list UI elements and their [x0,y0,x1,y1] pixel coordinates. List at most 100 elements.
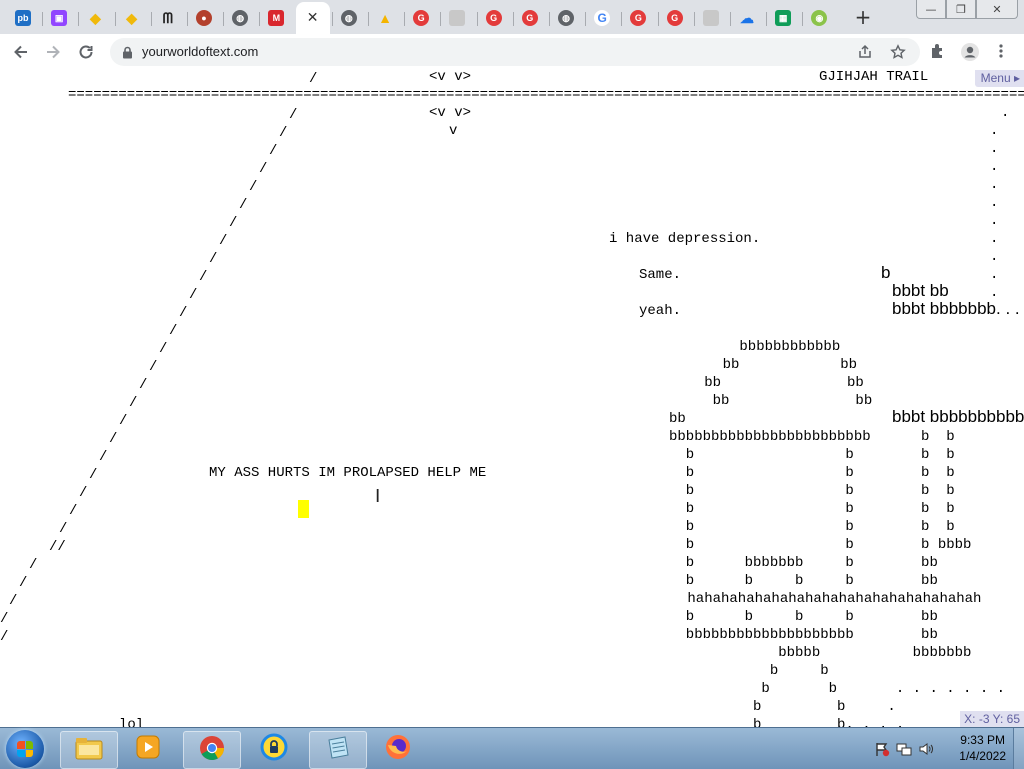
world-canvas[interactable]: / / / / / / / / / / / / / / / / / / / / … [0,70,1024,727]
svg-text:/: / [269,143,277,159]
svg-text:/: / [209,251,217,267]
close-icon[interactable]: ✕ [307,10,319,26]
house-line: bb bb [679,375,864,391]
volume-icon[interactable] [918,741,934,757]
browser-tab[interactable]: ▣ [42,4,76,32]
sheets-icon: ▦ [775,10,792,26]
trail-title: GJIHJAH TRAIL [819,70,929,85]
grammarly-icon: G [413,10,430,26]
big-b-1: b [881,263,891,282]
house-line: b b b b [669,483,955,499]
text-help: MY ASS HURTS IM PROLAPSED HELP ME [209,465,487,481]
back-arrow-icon [14,45,27,59]
svg-text:/: / [19,575,27,591]
taskbar-app[interactable] [309,731,367,769]
svg-text:/: / [229,215,237,231]
svg-text:/: / [239,197,247,213]
minimize-button[interactable]: — [916,0,946,19]
taskbar-app[interactable] [246,731,302,767]
moon-icon: ᗰ [162,9,173,26]
bookmark-star-icon[interactable] [890,44,906,60]
browser-tab[interactable]: ✕ [295,2,330,34]
browser-tab[interactable] [440,4,474,32]
browser-toolbar: yourworldoftext.com [0,34,1024,71]
clock-time: 9:33 PM [960,733,1005,747]
browser-tab[interactable]: G [476,4,511,32]
show-desktop-button[interactable] [1013,728,1024,769]
browser-tab[interactable]: ☁ [730,4,764,32]
house-line: bbbbbbbbbbbbbbbbbbbbbbbb b b [669,429,955,445]
svg-text:/: / [69,503,77,519]
text-lol: lol [119,717,145,727]
ibeam-cursor-icon: Ⅰ [375,486,381,507]
forward-button[interactable] [41,40,65,64]
address-bar[interactable]: yourworldoftext.com [110,38,920,66]
google-icon: G [594,10,611,26]
system-clock[interactable]: 9:33 PM 1/4/2022 [959,732,1006,764]
back-button[interactable] [9,40,33,64]
dot-mark: . [990,141,999,157]
close-window-button[interactable]: ✕ [976,0,1018,19]
browser-tab[interactable]: pb [6,4,40,32]
menu-button[interactable]: Menu ▸ [974,70,1024,87]
browser-tab[interactable]: G [585,4,619,32]
binance-icon: ◆ [90,9,101,26]
browser-tab[interactable]: G [621,4,655,32]
house-line: b b. . . . [669,717,905,727]
browser-tab[interactable]: ◉ [802,4,836,32]
new-tab-button[interactable]: + [852,5,874,29]
taskbar-app[interactable] [120,731,176,767]
grammarly-icon: G [666,10,683,26]
action-center-flag-icon[interactable] [874,741,890,757]
taskbar-app[interactable] [370,731,426,767]
network-icon[interactable] [896,741,912,757]
extensions-puzzle-icon[interactable] [929,42,947,60]
restore-button[interactable]: ❐ [946,0,976,19]
svg-text:/: / [179,305,187,321]
browser-tab[interactable]: ◆ [114,4,149,32]
browser-tab[interactable]: ● [187,4,221,32]
ascii-eyes-2: <v v> [429,105,472,121]
browser-tab[interactable]: ◍ [223,4,257,32]
boar-icon: ● [196,10,212,26]
text-same: Same. [639,267,682,283]
menu-label: Menu [980,71,1011,85]
notepad-icon [324,734,352,767]
ascii-rule: ========================================… [68,87,1024,103]
browser-tab[interactable]: G [512,4,547,32]
start-button[interactable] [6,730,44,768]
firefox-icon [384,733,412,766]
window-controls: — ❐ ✕ [916,0,1018,19]
browser-tab[interactable]: ◍ [331,4,366,32]
grammarly-icon: G [485,10,502,26]
browser-tab[interactable]: G [404,4,438,32]
reload-button[interactable] [74,40,98,64]
house-line: bb bb [679,393,873,409]
coordinates-readout: X: -3 Y: 65 [960,711,1024,727]
house-line: b bbbbbbb b bb [669,555,938,571]
svg-text:/: / [99,449,107,465]
browser-tab[interactable]: ◆ [78,4,112,32]
browser-tab[interactable]: ◍ [549,4,583,32]
profile-avatar-icon[interactable] [960,42,980,62]
house-line: hahahahahahahahahahahahahahahahahah [679,591,982,607]
taskbar-app[interactable] [183,731,241,769]
svg-text:/: / [129,395,137,411]
browser-tab[interactable]: M [259,4,293,32]
browser-tab[interactable]: ᗰ [150,4,185,32]
svg-text:/: / [9,593,17,609]
browser-tab[interactable]: ▦ [766,4,800,32]
ascii-eyes: <v v> [429,70,472,85]
globe-icon: ◍ [558,10,574,26]
svg-text:/: / [249,179,257,195]
share-icon[interactable] [857,44,873,60]
svg-text:/: / [149,359,157,375]
browser-tab[interactable]: ▲ [368,4,402,32]
reload-icon [79,45,93,59]
dot-mark: . [990,267,999,283]
kebab-menu-icon[interactable] [996,42,1006,60]
browser-tab[interactable] [693,4,728,32]
browser-tab[interactable]: G [657,4,692,32]
vpn-lock-icon [260,733,288,766]
taskbar-app[interactable] [60,731,118,769]
